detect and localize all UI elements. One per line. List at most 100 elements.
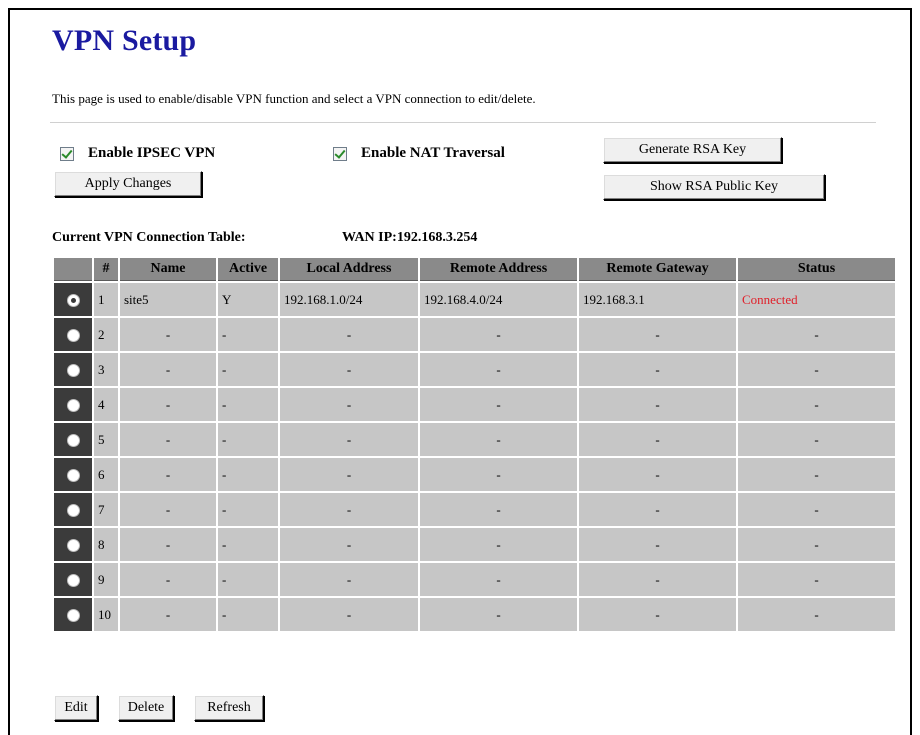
cell-active: - <box>218 598 278 631</box>
col-header-local-address: Local Address <box>280 258 418 281</box>
cell-remote-address: - <box>420 528 577 561</box>
cell-status: - <box>738 318 895 351</box>
cell-active: - <box>218 493 278 526</box>
cell-name: - <box>120 528 216 561</box>
table-header-row: # Name Active Local Address Remote Addre… <box>54 258 895 281</box>
refresh-button[interactable]: Refresh <box>194 695 264 721</box>
table-row[interactable]: 8------ <box>54 528 895 561</box>
row-select-cell <box>54 458 92 491</box>
enable-nat-label: Enable NAT Traversal <box>361 145 505 161</box>
col-header-status: Status <box>738 258 895 281</box>
cell-status: - <box>738 528 895 561</box>
table-row[interactable]: 2------ <box>54 318 895 351</box>
cell-remote-gateway: - <box>579 388 736 421</box>
row-select-cell <box>54 563 92 596</box>
row-select-cell <box>54 598 92 631</box>
cell-name: - <box>120 563 216 596</box>
cell-local-address: - <box>280 528 418 561</box>
cell-status: - <box>738 388 895 421</box>
row-select-radio[interactable] <box>66 504 80 518</box>
cell-status: Connected <box>738 283 895 316</box>
cell-name: - <box>120 423 216 456</box>
row-select-radio[interactable] <box>66 364 80 378</box>
cell-status: - <box>738 458 895 491</box>
cell-remote-address: - <box>420 598 577 631</box>
cell-name: - <box>120 388 216 421</box>
table-row[interactable]: 10- - - - - - <box>54 598 895 631</box>
row-select-radio[interactable] <box>66 329 80 343</box>
col-header-active: Active <box>218 258 278 281</box>
table-row[interactable]: 7------ <box>54 493 895 526</box>
divider <box>50 122 876 123</box>
cell-number: 3 <box>94 353 118 386</box>
cell-number: 6 <box>94 458 118 491</box>
enable-nat-option[interactable]: Enable NAT Traversal <box>333 145 505 162</box>
cell-remote-gateway: - <box>579 493 736 526</box>
row-select-cell <box>54 318 92 351</box>
cell-local-address: 192.168.1.0/24 <box>280 283 418 316</box>
connection-table-label: Current VPN Connection Table: <box>52 230 246 245</box>
cell-active: - <box>218 353 278 386</box>
enable-ipsec-label: Enable IPSEC VPN <box>88 145 216 161</box>
row-select-radio[interactable] <box>66 574 80 588</box>
delete-button[interactable]: Delete <box>118 695 174 721</box>
cell-active: - <box>218 528 278 561</box>
table-row[interactable]: 1 site5 Y 192.168.1.0/24 192.168.4.0/24 192.1… <box>54 283 895 316</box>
show-rsa-public-key-button[interactable]: Show RSA Public Key <box>603 174 825 200</box>
table-row[interactable]: 6------ <box>54 458 895 491</box>
cell-number: 1 <box>94 283 118 316</box>
row-select-cell <box>54 353 92 386</box>
row-select-radio[interactable] <box>66 609 80 623</box>
cell-active: - <box>218 563 278 596</box>
cell-status: - <box>738 598 895 631</box>
cell-active: - <box>218 423 278 456</box>
row-select-radio[interactable] <box>66 434 80 448</box>
cell-remote-address: 192.168.4.0/24 <box>420 283 577 316</box>
cell-number: 5 <box>94 423 118 456</box>
row-select-radio[interactable] <box>66 294 80 308</box>
cell-number: 2 <box>94 318 118 351</box>
enable-nat-checkbox[interactable] <box>333 146 347 161</box>
col-header-number: # <box>94 258 118 281</box>
col-header-select <box>54 258 92 281</box>
row-select-radio[interactable] <box>66 469 80 483</box>
table-row[interactable]: 4------ <box>54 388 895 421</box>
page-description: This page is used to enable/disable VPN … <box>52 91 536 106</box>
cell-number: 7 <box>94 493 118 526</box>
cell-remote-gateway: - <box>579 563 736 596</box>
cell-remote-address: - <box>420 318 577 351</box>
cell-local-address: - <box>280 493 418 526</box>
row-select-radio[interactable] <box>66 399 80 413</box>
cell-active: Y <box>218 283 278 316</box>
table-row[interactable]: 3------ <box>54 353 895 386</box>
col-header-remote-gateway: Remote Gateway <box>579 258 736 281</box>
cell-name: - <box>120 318 216 351</box>
cell-number: 8 <box>94 528 118 561</box>
row-select-cell <box>54 388 92 421</box>
cell-number: 9 <box>94 563 118 596</box>
table-row[interactable]: 5------ <box>54 423 895 456</box>
row-select-cell <box>54 283 92 316</box>
col-header-remote-address: Remote Address <box>420 258 577 281</box>
cell-local-address: - <box>280 353 418 386</box>
cell-remote-address: - <box>420 458 577 491</box>
cell-remote-address: - <box>420 353 577 386</box>
generate-rsa-key-button[interactable]: Generate RSA Key <box>603 137 782 163</box>
row-select-cell <box>54 528 92 561</box>
edit-button[interactable]: Edit <box>54 695 98 721</box>
cell-name: - <box>120 353 216 386</box>
enable-ipsec-checkbox[interactable] <box>60 146 74 161</box>
cell-remote-gateway: - <box>579 423 736 456</box>
cell-remote-gateway: - <box>579 353 736 386</box>
enable-ipsec-option[interactable]: Enable IPSEC VPN <box>60 145 215 162</box>
row-select-radio[interactable] <box>66 539 80 553</box>
cell-remote-gateway: 192.168.3.1 <box>579 283 736 316</box>
cell-remote-gateway: - <box>579 598 736 631</box>
table-row[interactable]: 9------ <box>54 563 895 596</box>
cell-local-address: - <box>280 318 418 351</box>
cell-status: - <box>738 493 895 526</box>
cell-local-address: - <box>280 563 418 596</box>
cell-local-address: - <box>280 388 418 421</box>
apply-changes-button[interactable]: Apply Changes <box>54 171 202 197</box>
cell-name: - <box>120 598 216 631</box>
